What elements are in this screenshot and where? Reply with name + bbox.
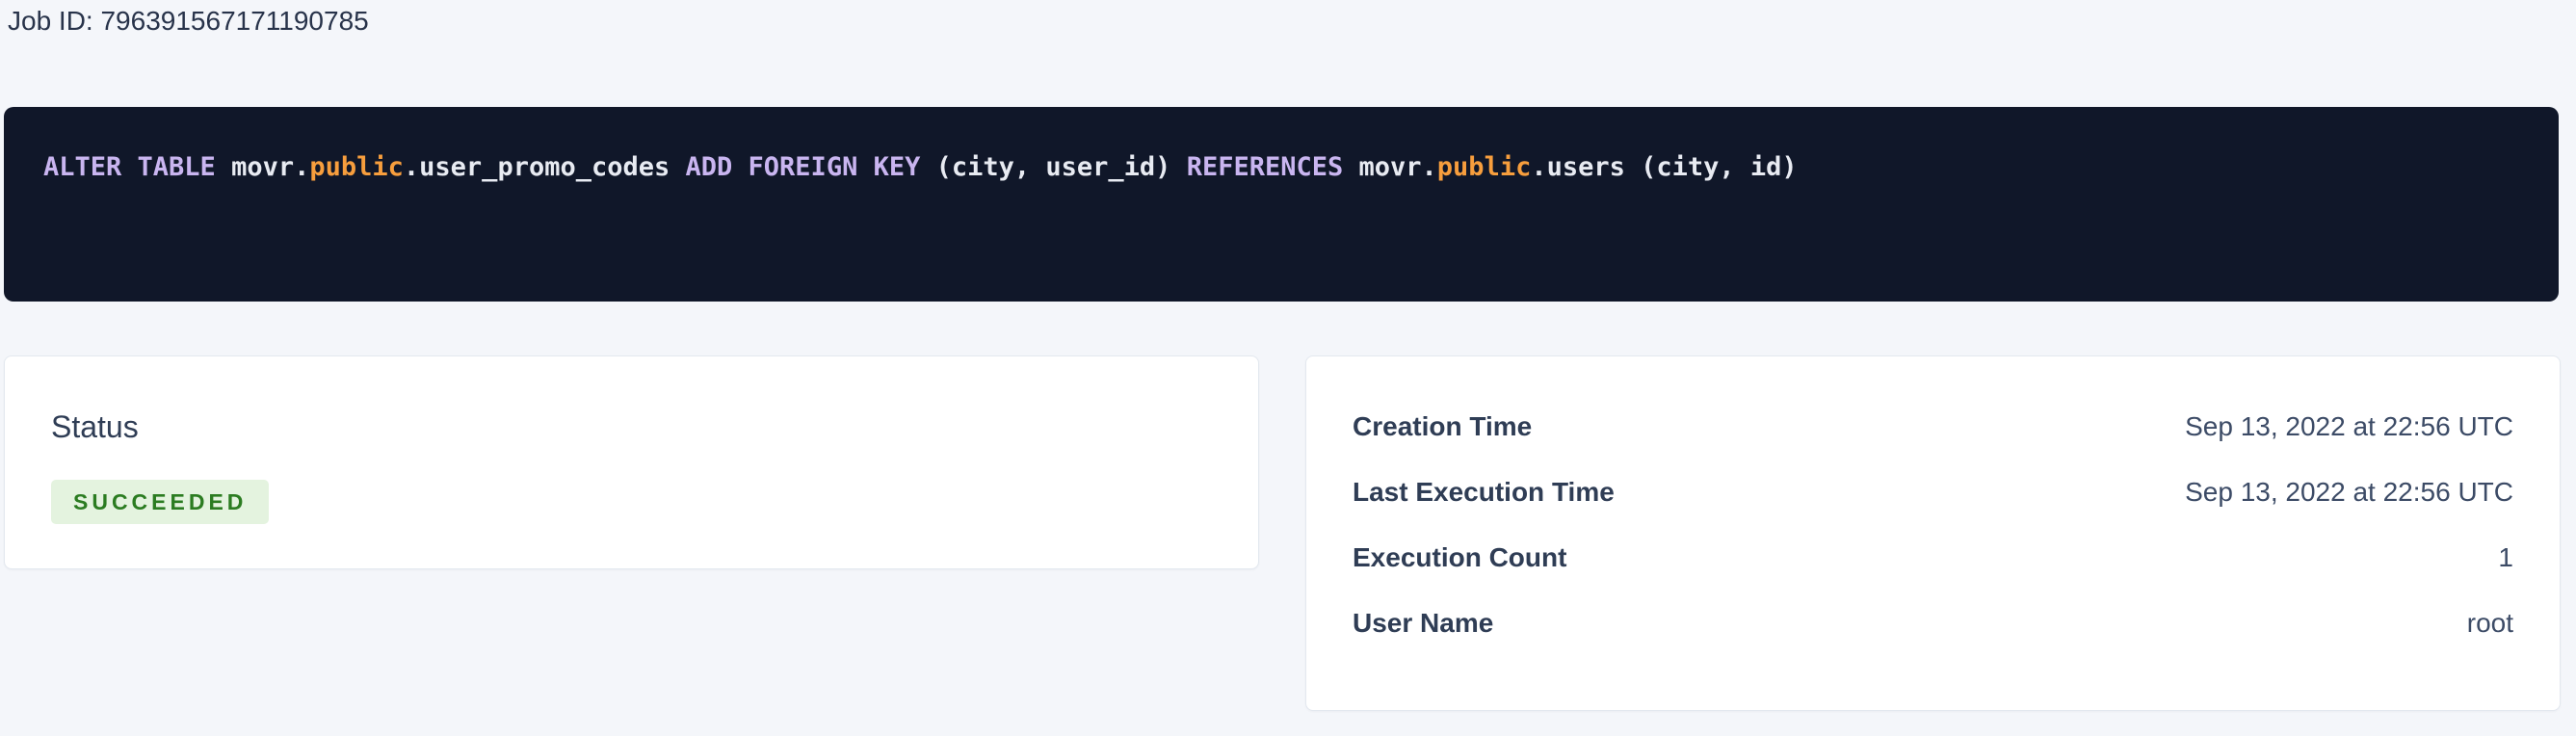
detail-label: User Name — [1353, 608, 1493, 639]
detail-row-execution-count: Execution Count 1 — [1353, 525, 2513, 591]
detail-row-creation-time: Creation Time Sep 13, 2022 at 22:56 UTC — [1353, 394, 2513, 460]
sql-statement-panel: ALTER TABLE movr.public.user_promo_codes… — [4, 107, 2559, 302]
sql-token-schema: public — [309, 152, 404, 182]
sql-token-keyword: ALTER TABLE — [43, 152, 231, 182]
sql-token-identifier: movr. — [231, 152, 309, 182]
detail-row-user-name: User Name root — [1353, 591, 2513, 656]
detail-value: Sep 13, 2022 at 22:56 UTC — [2185, 477, 2513, 508]
sql-token-identifier: (city, user_id) — [936, 152, 1187, 182]
sql-token-identifier: movr. — [1359, 152, 1437, 182]
sql-token-identifier: .user_promo_codes — [404, 152, 686, 182]
status-badge: SUCCEEDED — [51, 480, 269, 524]
sql-statement: ALTER TABLE movr.public.user_promo_codes… — [43, 151, 2520, 183]
detail-value: 1 — [2498, 542, 2513, 573]
detail-label: Creation Time — [1353, 411, 1532, 442]
sql-token-keyword: REFERENCES — [1187, 152, 1359, 182]
sql-token-schema: public — [1437, 152, 1532, 182]
job-id-heading: Job ID: 796391567171190785 — [8, 4, 369, 39]
detail-row-last-execution-time: Last Execution Time Sep 13, 2022 at 22:5… — [1353, 460, 2513, 525]
status-card-title: Status — [51, 407, 1212, 447]
sql-token-keyword: ADD FOREIGN KEY — [686, 152, 936, 182]
job-id-value: 796391567171190785 — [100, 6, 368, 36]
sql-token-identifier: .users (city, id) — [1531, 152, 1797, 182]
detail-label: Execution Count — [1353, 542, 1566, 573]
detail-value: root — [2467, 608, 2513, 639]
job-details-card: Creation Time Sep 13, 2022 at 22:56 UTC … — [1305, 355, 2561, 711]
detail-value: Sep 13, 2022 at 22:56 UTC — [2185, 411, 2513, 442]
status-card: Status SUCCEEDED — [4, 355, 1259, 569]
detail-label: Last Execution Time — [1353, 477, 1615, 508]
job-id-label: Job ID: — [8, 6, 100, 36]
